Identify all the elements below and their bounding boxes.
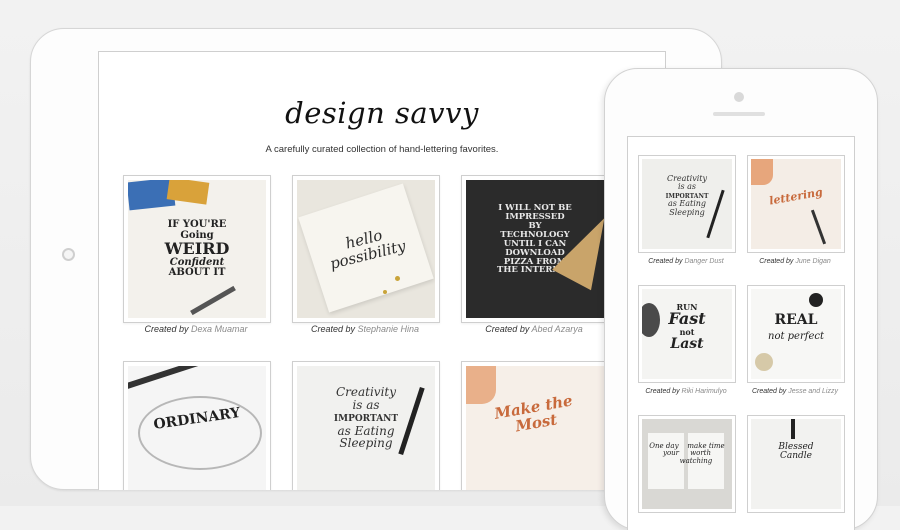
created-by-label: Created by [648,258,683,265]
phone-device: Creativity is as IMPORTANT as Eating Sleepin… [604,68,878,530]
tile-caption: Created by Danger Dust [630,258,742,265]
phone-screen: Creativity is as IMPORTANT as Eating Sleepin… [627,136,855,530]
artwork-image: Creativity is as IMPORTANT as Eating Sleepin… [297,366,435,490]
artwork-image: I WILL NOT BE IMPRESSED BY TECHNOLOGY UNTIL … [466,180,604,318]
gallery-tile[interactable]: REAL not perfect [747,285,845,383]
tablet-screen: design savvy A carefully curated collect… [98,51,666,490]
created-by-label: Created by [751,388,787,395]
home-button-icon[interactable] [62,248,75,261]
speaker-icon [713,112,765,116]
author-link[interactable]: Danger Dust [684,258,723,265]
author-link[interactable]: June Digan [795,258,830,265]
created-by-label: Created by [144,324,189,334]
artwork-image: ORDINARY [128,366,266,490]
artwork-image: One day make time your worth watching [642,419,732,509]
author-link[interactable]: Riki Harimulyo [682,388,727,395]
gallery-tile[interactable]: Creativity is as IMPORTANT as Eating Sleepin… [292,361,440,490]
created-by-label: Created by [645,388,680,395]
created-by-label: Created by [759,258,794,265]
gallery-tile[interactable]: IF YOU'RE Going WEIRD Confident ABOUT IT [123,175,271,323]
author-link[interactable]: Abed Azarya [532,324,583,334]
author-link[interactable]: Jesse and Lizzy [788,388,838,395]
gallery-tile[interactable]: Blessed Candle [747,415,845,513]
camera-icon [734,92,744,102]
artwork-image: lettering [751,159,841,249]
tile-caption: Created by Riki Harimulyo [630,388,742,395]
gallery-tile[interactable]: Creativity is as IMPORTANT as Eating Sleepin… [638,155,736,253]
gallery-tile[interactable]: lettering [747,155,845,253]
gallery-tile[interactable]: One day make time your worth watching [638,415,736,513]
gallery-tile[interactable]: I WILL NOT BE IMPRESSED BY TECHNOLOGY UNTIL … [461,175,609,323]
tile-caption: Created by Jesse and Lizzy [739,388,851,395]
gallery-tile[interactable]: RUN Fast not Last [638,285,736,383]
gallery-tile[interactable]: Make the Most [461,361,609,490]
tile-caption: Created by Abed Azarya [454,324,614,334]
site-tagline: A carefully curated collection of hand-l… [265,144,499,155]
artwork-image: Creativity is as IMPORTANT as Eating Sleepin… [642,159,732,249]
tile-caption: Created by June Digan [739,258,851,265]
artwork-image: REAL not perfect [751,289,841,379]
artwork-image: Make the Most [466,366,604,490]
artwork-image: RUN Fast not Last [642,289,732,379]
artwork-image: IF YOU'RE Going WEIRD Confident ABOUT IT [128,180,266,318]
created-by-label: Created by [485,324,530,334]
site-title[interactable]: design savvy [99,96,665,130]
artwork-image: hello possibility [297,180,435,318]
author-link[interactable]: Dexa Muamar [191,324,248,334]
author-link[interactable]: Stephanie Hina [358,324,420,334]
tile-caption: Created by Stephanie Hina [285,324,445,334]
tile-caption: Created by Dexa Muamar [116,324,276,334]
gallery-tile[interactable]: hello possibility [292,175,440,323]
artwork-image: Blessed Candle [751,419,841,509]
created-by-label: Created by [310,324,355,334]
gallery-tile[interactable]: ORDINARY [123,361,271,490]
